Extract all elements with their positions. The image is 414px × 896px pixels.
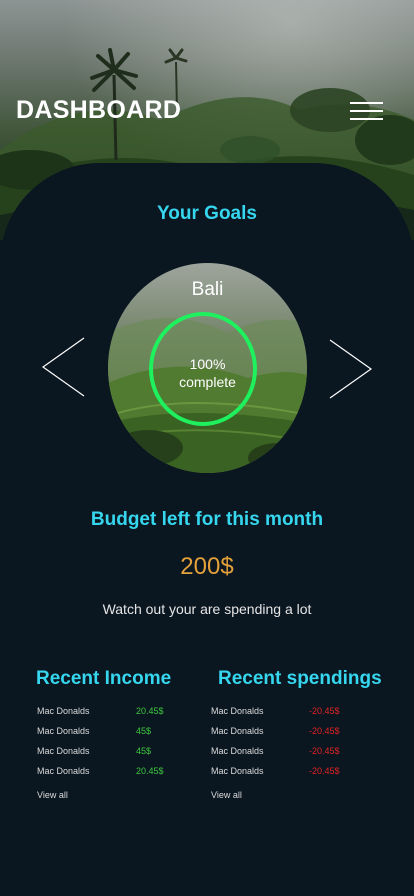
list-item[interactable]: Mac Donalds 45$	[37, 746, 177, 760]
recent-spendings-title: Recent spendings	[218, 668, 382, 689]
list-item[interactable]: Mac Donalds -20.45$	[211, 766, 351, 780]
spending-amount: -20.45$	[309, 746, 340, 756]
recent-income-title: Recent Income	[36, 668, 172, 689]
list-item[interactable]: Mac Donalds -20.45$	[211, 726, 351, 740]
goal-progress-label: complete	[179, 374, 236, 390]
budget-title: Budget left for this month	[90, 509, 324, 530]
spendings-view-all-link[interactable]: View all	[211, 790, 242, 800]
income-amount: 20.45$	[136, 706, 164, 716]
income-name: Mac Donalds	[37, 766, 90, 776]
spending-name: Mac Donalds	[211, 746, 264, 756]
chevron-left-icon[interactable]	[40, 336, 86, 398]
spending-amount: -20.45$	[309, 706, 340, 716]
goals-title: Your Goals	[157, 203, 257, 224]
spending-amount: -20.45$	[309, 766, 340, 776]
income-name: Mac Donalds	[37, 746, 90, 756]
list-item[interactable]: Mac Donalds 20.45$	[37, 766, 177, 780]
list-item[interactable]: Mac Donalds -20.45$	[211, 746, 351, 760]
goal-name: Bali	[191, 279, 224, 300]
goal-card[interactable]: Bali 100% complete	[108, 263, 307, 473]
spending-name: Mac Donalds	[211, 726, 264, 736]
spending-amount: -20.45$	[309, 726, 340, 736]
spending-name: Mac Donalds	[211, 706, 264, 716]
income-amount: 45$	[136, 726, 152, 736]
income-amount: 20.45$	[136, 766, 164, 776]
hamburger-icon[interactable]	[346, 98, 386, 124]
budget-amount: 200$	[180, 553, 234, 580]
chevron-right-icon[interactable]	[328, 338, 374, 400]
income-amount: 45$	[136, 746, 152, 756]
income-name: Mac Donalds	[37, 726, 90, 736]
goal-progress-percent: 100%	[189, 356, 226, 372]
menu-line	[350, 118, 383, 120]
recent-income: Recent Income	[36, 668, 226, 690]
menu-line	[350, 110, 383, 112]
budget-warning: Watch out your are spending a lot	[102, 601, 312, 617]
page-title: DASHBOARD	[16, 96, 182, 124]
list-item[interactable]: Mac Donalds 20.45$	[37, 706, 177, 720]
income-view-all-link[interactable]: View all	[37, 790, 68, 800]
income-name: Mac Donalds	[37, 706, 90, 716]
menu-line	[350, 102, 383, 104]
spending-name: Mac Donalds	[211, 766, 264, 776]
recent-spendings: Recent spendings	[218, 668, 408, 690]
list-item[interactable]: Mac Donalds 45$	[37, 726, 177, 740]
list-item[interactable]: Mac Donalds -20.45$	[211, 706, 351, 720]
